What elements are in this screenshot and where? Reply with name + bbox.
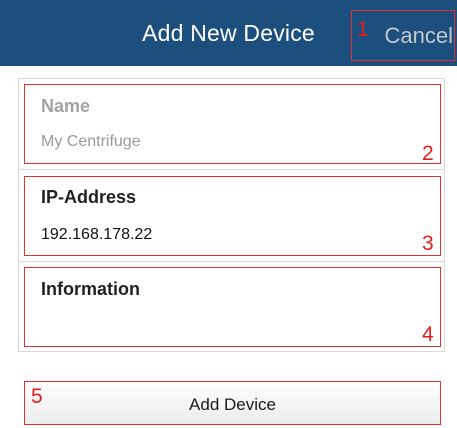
form-divider (18, 261, 445, 262)
annotation-number-2: 2 (422, 142, 434, 165)
annotation-box-4 (24, 267, 441, 347)
annotation-box-5 (24, 381, 441, 425)
annotation-number-4: 4 (422, 323, 434, 346)
annotation-number-3: 3 (422, 232, 434, 255)
annotation-number-5: 5 (31, 385, 43, 408)
annotation-box-2 (24, 84, 441, 164)
form-divider (18, 169, 445, 170)
annotation-number-1: 1 (357, 18, 369, 41)
annotation-box-3 (24, 176, 441, 256)
